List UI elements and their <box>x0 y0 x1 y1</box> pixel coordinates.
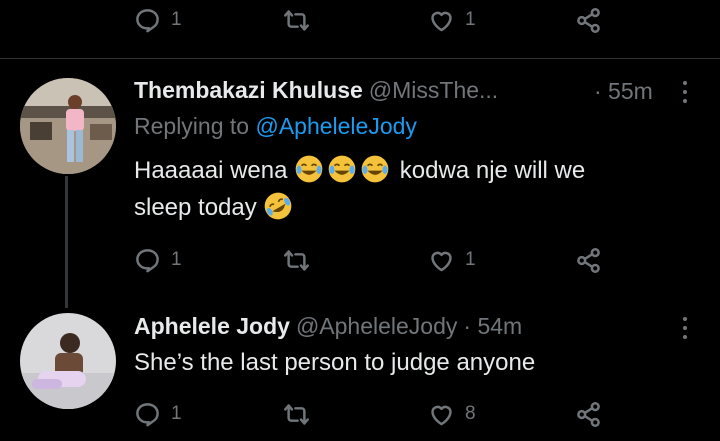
reply-icon <box>136 248 159 272</box>
replying-prefix: Replying to <box>134 113 250 139</box>
retweet-button[interactable] <box>283 240 320 280</box>
retweet-button[interactable] <box>283 394 320 434</box>
tweet-text-part2: kodwa nje will we <box>399 157 586 184</box>
timestamp[interactable]: · 55m <box>594 78 653 105</box>
user-handle[interactable]: @MissThe... <box>369 77 498 104</box>
timestamp[interactable]: · 54m <box>463 313 522 340</box>
reply-button[interactable]: 1 <box>134 394 182 434</box>
tears-of-joy-emoji <box>361 155 389 183</box>
share-icon <box>577 401 600 427</box>
like-button[interactable]: 8 <box>428 394 476 434</box>
share-button[interactable] <box>575 0 602 40</box>
tweet-text-part1: Haaaaai wena <box>134 157 288 184</box>
tweet1-actions: 1 1 <box>0 240 720 280</box>
more-vertical-icon[interactable] <box>677 77 693 107</box>
share-icon <box>577 7 600 33</box>
reply-button[interactable]: 1 <box>134 240 182 280</box>
reply-count: 1 <box>171 249 182 270</box>
retweet-icon <box>284 249 309 271</box>
heart-icon <box>431 405 452 425</box>
tears-of-joy-emoji <box>295 155 323 183</box>
thread-connector-line <box>65 176 68 308</box>
like-count: 8 <box>465 403 476 424</box>
retweet-icon <box>284 9 309 31</box>
rolling-on-floor-laughing-emoji <box>265 192 292 220</box>
share-button[interactable] <box>575 240 602 280</box>
reply-button[interactable]: 1 <box>134 0 182 40</box>
display-name[interactable]: Aphelele Jody <box>134 313 290 340</box>
like-count: 1 <box>465 9 476 30</box>
tweet2-actions: 1 8 <box>0 394 720 434</box>
more-vertical-icon[interactable] <box>677 313 693 343</box>
reply-count: 1 <box>171 403 182 424</box>
reply-count: 1 <box>171 9 182 30</box>
tweet-text-line2: sleep today <box>134 194 257 221</box>
user-handle[interactable]: @ApheleleJody <box>296 313 457 340</box>
like-count: 1 <box>465 249 476 270</box>
replying-to: Replying to @ApheleleJody <box>134 113 417 140</box>
heart-icon <box>431 11 452 31</box>
tweet-header: Thembakazi Khuluse @MissThe... <box>134 72 498 108</box>
top-tweet-actions: 1 1 <box>0 0 720 40</box>
tweet-text: She’s the last person to judge anyone <box>134 344 704 381</box>
avatar-thembakazi[interactable] <box>20 78 116 174</box>
retweet-icon <box>284 403 309 425</box>
retweet-button[interactable] <box>283 0 320 40</box>
tweet-text: Haaaaai wena kodwa nje will we sleep tod… <box>134 152 704 226</box>
like-button[interactable]: 1 <box>428 240 476 280</box>
tweet-header: Aphelele Jody @ApheleleJody · 54m <box>134 308 522 344</box>
reply-icon <box>136 402 159 426</box>
like-button[interactable]: 1 <box>428 0 476 40</box>
display-name[interactable]: Thembakazi Khuluse <box>134 77 363 104</box>
tweet-text-body: She’s the last person to judge anyone <box>134 349 536 376</box>
divider <box>0 58 720 59</box>
tears-of-joy-emoji <box>328 155 356 183</box>
share-icon <box>577 247 600 273</box>
share-button[interactable] <box>575 394 602 434</box>
mention-link[interactable]: @ApheleleJody <box>255 113 416 139</box>
reply-icon <box>136 8 159 32</box>
heart-icon <box>431 251 452 271</box>
